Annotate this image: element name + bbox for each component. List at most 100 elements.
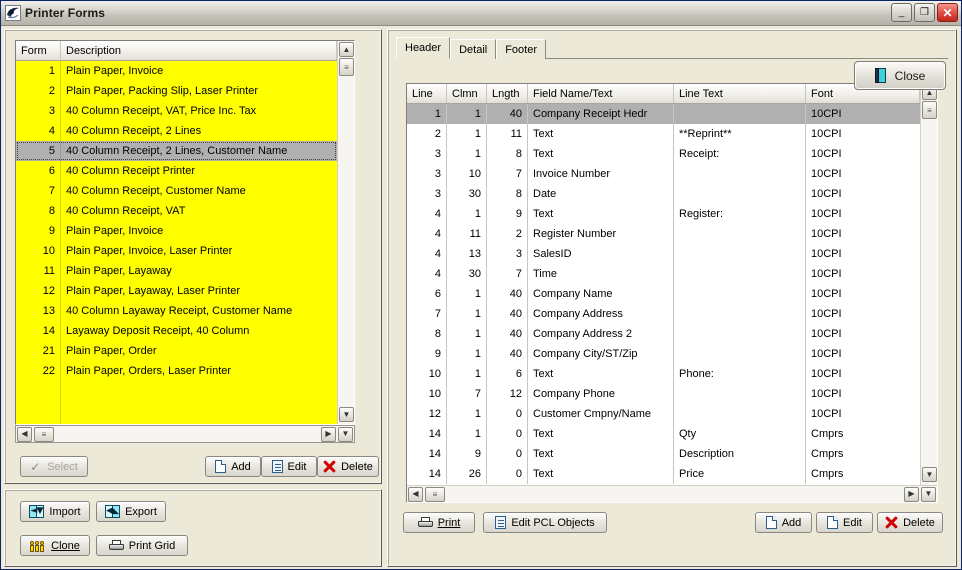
lines-row[interactable]: 3 10 7 Invoice Number 10CPI: [407, 164, 920, 184]
forms-row[interactable]: 12 Plain Paper, Layaway, Laser Printer: [16, 281, 337, 301]
lines-row[interactable]: 10 7 12 Company Phone 10CPI: [407, 384, 920, 404]
forms-cell-form: 8: [16, 201, 61, 221]
forms-hscroll-dropdown-button[interactable]: ▼: [338, 426, 353, 442]
lines-col-linetext[interactable]: Line Text: [674, 84, 806, 103]
lines-col-field[interactable]: Field Name/Text: [528, 84, 674, 103]
forms-row[interactable]: 4 40 Column Receipt, 2 Lines: [16, 121, 337, 141]
lines-hscroll-left-button[interactable]: ◀: [408, 486, 423, 502]
lines-grid-hscrollbar[interactable]: ◀ ≡ ▶ ▼: [407, 485, 937, 502]
forms-col-description[interactable]: Description: [61, 41, 337, 60]
forms-edit-button[interactable]: Edit: [261, 456, 317, 477]
lines-row[interactable]: 14 26 0 Text Price Cmprs: [407, 464, 920, 484]
close-window-button[interactable]: ✕: [937, 3, 958, 22]
forms-hscroll-left-button[interactable]: ◀: [17, 426, 32, 442]
print-button[interactable]: Print: [403, 512, 475, 533]
lines-delete-button[interactable]: Delete: [877, 512, 943, 533]
lines-vscroll-thumb[interactable]: ≡: [922, 101, 937, 119]
forms-grid-hscroll-area[interactable]: ◀ ≡ ▶ ▼: [15, 425, 355, 443]
forms-col-form[interactable]: Form: [16, 41, 61, 60]
forms-grid[interactable]: Form Description 1 Plain Paper, Invoice 2 P…: [15, 40, 355, 425]
lines-row[interactable]: 8 1 40 Company Address 2 10CPI: [407, 324, 920, 344]
lines-row[interactable]: 6 1 40 Company Name 10CPI: [407, 284, 920, 304]
lines-cell-clmn: 1: [447, 284, 487, 304]
lines-hscroll-right-button[interactable]: ▶: [904, 486, 919, 502]
lines-row[interactable]: 4 13 3 SalesID 10CPI: [407, 244, 920, 264]
forms-grid-empty-area[interactable]: [16, 381, 337, 424]
forms-row[interactable]: 6 40 Column Receipt Printer: [16, 161, 337, 181]
maximize-button[interactable]: ❐: [914, 3, 935, 22]
window-controls: _ ❐ ✕: [891, 3, 958, 22]
forms-row[interactable]: 5 40 Column Receipt, 2 Lines, Customer Na…: [16, 141, 337, 161]
forms-row[interactable]: 2 Plain Paper, Packing Slip, Laser Printe…: [16, 81, 337, 101]
lines-row[interactable]: 7 1 40 Company Address 10CPI: [407, 304, 920, 324]
edit-pcl-objects-button[interactable]: Edit PCL Objects: [483, 512, 607, 533]
lines-cell-line-text: [674, 304, 806, 324]
lines-row[interactable]: 1 1 40 Company Receipt Hedr 10CPI: [407, 104, 920, 124]
lines-hscroll-thumb[interactable]: ≡: [425, 486, 445, 502]
lines-vscroll-down-button[interactable]: ▼: [922, 467, 937, 482]
lines-cell-field-name: Text: [528, 444, 674, 464]
lines-cell-field-name: Text: [528, 424, 674, 444]
lines-hscroll-dropdown-button[interactable]: ▼: [921, 486, 936, 502]
lines-cell-field-name: Company Address: [528, 304, 674, 324]
forms-vscroll-thumb[interactable]: ≡: [339, 58, 354, 76]
forms-delete-button[interactable]: Delete: [317, 456, 379, 477]
lines-row[interactable]: 10 1 6 Text Phone: 10CPI: [407, 364, 920, 384]
forms-grid-vscrollbar[interactable]: ▲ ≡ ▼: [337, 41, 354, 424]
forms-row[interactable]: 8 40 Column Receipt, VAT: [16, 201, 337, 221]
print-grid-button[interactable]: Print Grid: [96, 535, 188, 556]
tab-footer[interactable]: Footer: [496, 39, 546, 59]
forms-row[interactable]: 10 Plain Paper, Invoice, Laser Printer: [16, 241, 337, 261]
lines-edit-button[interactable]: Edit: [816, 512, 873, 533]
close-button[interactable]: Close: [854, 61, 946, 90]
lines-col-line[interactable]: Line: [407, 84, 447, 103]
tab-detail[interactable]: Detail: [450, 39, 497, 59]
lines-row[interactable]: 4 30 7 Time 10CPI: [407, 264, 920, 284]
lines-cell-line: 3: [407, 184, 447, 204]
lines-row[interactable]: 4 1 9 Text Register: 10CPI: [407, 204, 920, 224]
forms-vscroll-down-button[interactable]: ▼: [339, 407, 354, 422]
forms-row[interactable]: 21 Plain Paper, Order: [16, 341, 337, 361]
forms-row[interactable]: 13 40 Column Layaway Receipt, Customer Na…: [16, 301, 337, 321]
printer-icon: [417, 516, 433, 529]
forms-row[interactable]: 22 Plain Paper, Orders, Laser Printer: [16, 361, 337, 381]
lines-row[interactable]: 4 11 2 Register Number 10CPI: [407, 224, 920, 244]
lines-cell-clmn: 1: [447, 424, 487, 444]
select-button[interactable]: ✓ Select: [20, 456, 88, 477]
lines-grid[interactable]: Line Clmn Lngth Field Name/Text Line Tex…: [406, 83, 938, 503]
lines-col-clmn[interactable]: Clmn: [447, 84, 487, 103]
forms-hscroll-thumb[interactable]: ≡: [34, 426, 54, 442]
forms-hscroll-right-button[interactable]: ▶: [321, 426, 336, 442]
lines-row[interactable]: 2 1 11 Text **Reprint** 10CPI: [407, 124, 920, 144]
export-button[interactable]: ◀ ◣ Export: [96, 501, 166, 522]
lines-grid-vscrollbar[interactable]: ▲ ≡ ▼: [920, 84, 937, 502]
lines-cell-field-name: Company Phone: [528, 384, 674, 404]
lines-row[interactable]: 3 30 8 Date 10CPI: [407, 184, 920, 204]
forms-row[interactable]: 3 40 Column Receipt, VAT, Price Inc. Tax: [16, 101, 337, 121]
forms-vscroll-up-button[interactable]: ▲: [339, 42, 354, 57]
clone-button[interactable]: Clone: [20, 535, 90, 556]
lines-cell-field-name: Text: [528, 464, 674, 484]
forms-row[interactable]: 9 Plain Paper, Invoice: [16, 221, 337, 241]
tab-header[interactable]: Header: [396, 37, 451, 59]
minimize-button[interactable]: _: [891, 3, 912, 22]
lines-add-button[interactable]: Add: [755, 512, 812, 533]
tools-panel: ◄ ▼ Import ◀ ◣ Export Clone Print Grid: [4, 489, 382, 567]
lines-col-lngth[interactable]: Lngth: [487, 84, 528, 103]
forms-cell-description: 40 Column Receipt, VAT, Price Inc. Tax: [66, 105, 257, 117]
lines-row[interactable]: 9 1 40 Company City/ST/Zip 10CPI: [407, 344, 920, 364]
forms-add-button[interactable]: Add: [205, 456, 261, 477]
import-button[interactable]: ◄ ▼ Import: [20, 501, 90, 522]
forms-row[interactable]: 7 40 Column Receipt, Customer Name: [16, 181, 337, 201]
lines-row[interactable]: 14 9 0 Text Description Cmprs: [407, 444, 920, 464]
forms-row[interactable]: 1 Plain Paper, Invoice: [16, 61, 337, 81]
lines-cell-font: 10CPI: [811, 188, 842, 200]
new-page-icon: [827, 516, 839, 529]
forms-row[interactable]: 14 Layaway Deposit Receipt, 40 Column: [16, 321, 337, 341]
lines-row[interactable]: 14 1 0 Text Qty Cmprs: [407, 424, 920, 444]
lines-cell-line: 4: [407, 224, 447, 244]
forms-row[interactable]: 11 Plain Paper, Layaway: [16, 261, 337, 281]
lines-row[interactable]: 3 1 8 Text Receipt: 10CPI: [407, 144, 920, 164]
lines-cell-field-name: Text: [528, 124, 674, 144]
lines-row[interactable]: 12 1 0 Customer Cmpny/Name 10CPI: [407, 404, 920, 424]
